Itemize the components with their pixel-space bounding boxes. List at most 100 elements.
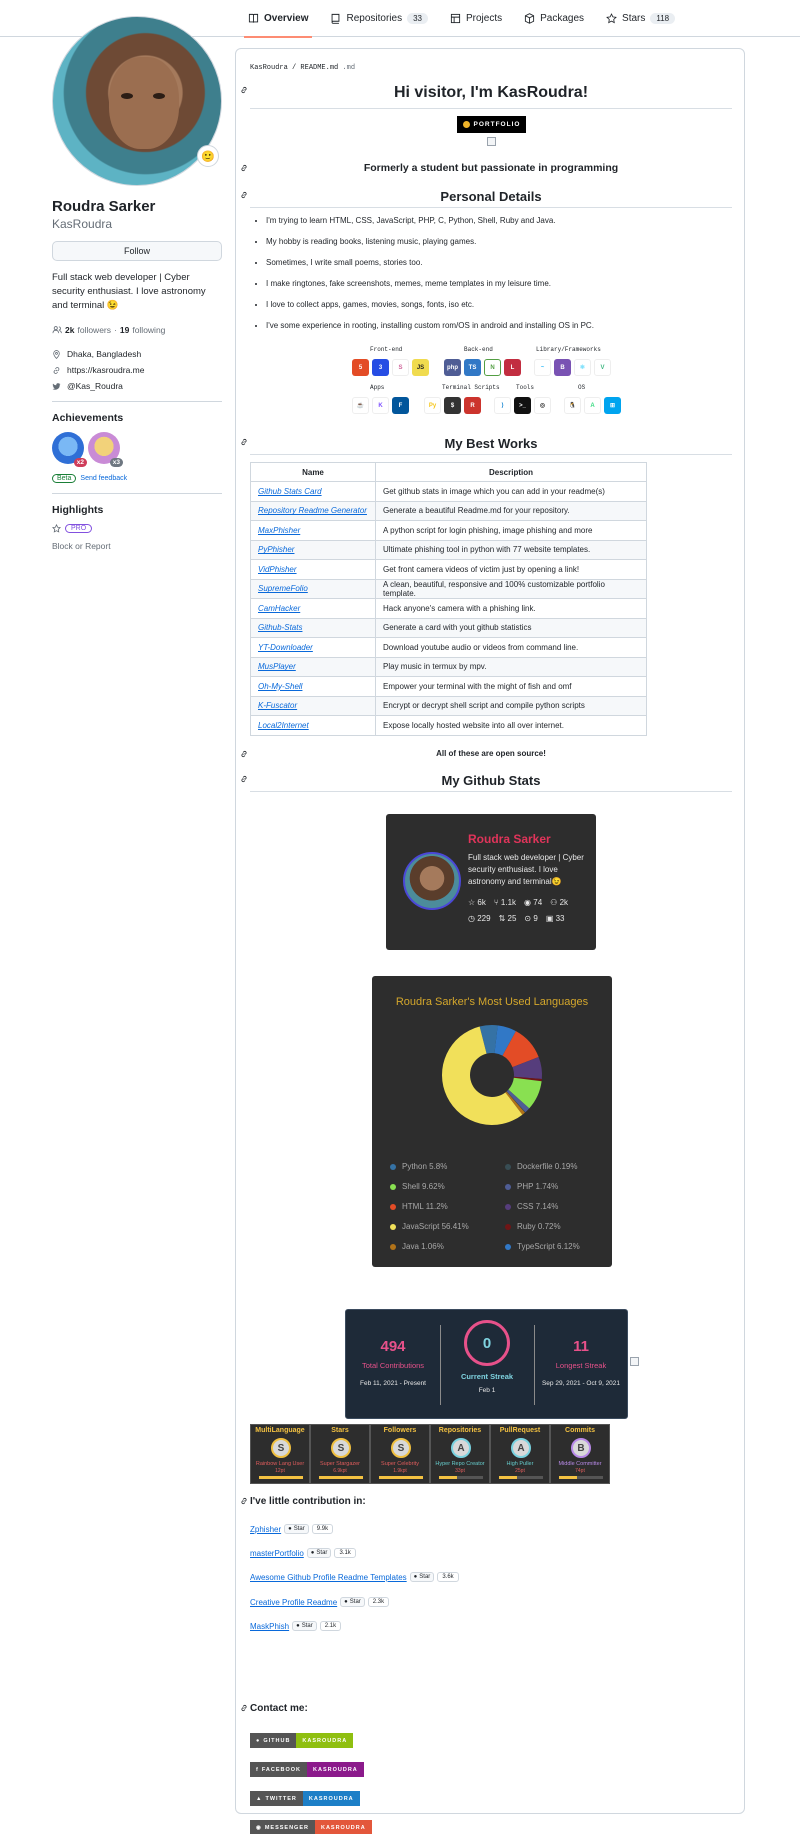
project-link[interactable]: CamHacker — [258, 604, 300, 613]
longest-streak-col: 11 Longest Streak Sep 29, 2021 - Oct 9, … — [534, 1310, 628, 1420]
streak-card[interactable]: 494 Total Contributions Feb 11, 2021 - P… — [345, 1309, 628, 1419]
following-label[interactable]: following — [132, 325, 165, 335]
tab-projects[interactable]: Projects — [446, 0, 506, 37]
link-icon[interactable] — [240, 164, 248, 172]
project-link[interactable]: Repository Readme Generator — [258, 506, 367, 515]
messenger-icon: ◉ — [256, 1824, 262, 1831]
trophy[interactable]: Followers S Super Celebrity 1.9kpt — [370, 1424, 430, 1484]
star-button[interactable]: ● Star — [340, 1597, 365, 1607]
portfolio-badge[interactable]: PORTFOLIO — [457, 116, 526, 133]
link-icon[interactable] — [240, 191, 248, 199]
github-icon: ● — [288, 1526, 292, 1532]
trophy-cup-icon: S — [271, 1438, 291, 1458]
contribution-link[interactable]: Awesome Github Profile Readme Templates — [250, 1573, 407, 1582]
project-link[interactable]: PyPhisher — [258, 545, 294, 554]
link-icon[interactable] — [240, 86, 248, 94]
github-star-button[interactable]: ● Star 2.3k — [340, 1597, 390, 1607]
star-button[interactable]: ● Star — [284, 1524, 309, 1534]
project-link[interactable]: VidPhisher — [258, 565, 297, 574]
readme-path-user[interactable]: KasRoudra — [250, 64, 288, 72]
project-link[interactable]: YT-Downloader — [258, 643, 313, 652]
table-row: PyPhisher Ultimate phishing tool in pytho… — [250, 539, 647, 560]
stat-value: 33 — [555, 914, 565, 923]
trophy[interactable]: Stars S Super Stargazer 6.9kpt — [310, 1424, 370, 1484]
tab-overview[interactable]: Overview — [244, 0, 313, 38]
contact-badge[interactable]: f FACEBOOK KASROUDRA — [250, 1762, 364, 1777]
pro-badge: PRO — [65, 524, 93, 533]
block-report-link[interactable]: Block or Report — [52, 541, 222, 551]
best-works-heading: My Best Works — [444, 436, 538, 451]
project-link[interactable]: Oh-My-Shell — [258, 682, 302, 691]
contribution-link[interactable]: masterPortfolio — [250, 1549, 304, 1558]
trophy-progress — [559, 1476, 603, 1479]
profile-website[interactable]: https://kasroudra.me — [52, 365, 222, 375]
table-row: MaxPhisher A python script for login phis… — [250, 520, 647, 541]
link-icon[interactable] — [240, 775, 248, 783]
profile-twitter[interactable]: @Kas_Roudra — [52, 381, 222, 391]
github-star-button[interactable]: ● Star 9.9k — [284, 1524, 334, 1534]
contribution-link[interactable]: Creative Profile Readme — [250, 1598, 337, 1607]
link-icon[interactable] — [240, 750, 248, 758]
project-link[interactable]: K-Fuscator — [258, 701, 297, 710]
project-link[interactable]: MaxPhisher — [258, 526, 300, 535]
project-link[interactable]: MusPlayer — [258, 662, 296, 671]
trophy-progress-fill — [319, 1476, 363, 1479]
link-icon[interactable] — [240, 438, 248, 446]
starstruck-badge[interactable]: x3 — [88, 432, 123, 467]
contact-badge[interactable]: ● GITHUB KASROUDRA — [250, 1733, 354, 1748]
contact-value: KASROUDRA — [314, 1820, 372, 1834]
trophy[interactable]: MultiLanguage S Rainbow Lang User 12pt — [250, 1424, 310, 1484]
contact-badge[interactable]: ▲ TWITTER KASROUDRA — [250, 1791, 360, 1806]
star-button[interactable]: ● Star — [292, 1621, 317, 1631]
apps-label: Apps — [370, 384, 385, 391]
github-star-button[interactable]: ● Star 3.1k — [306, 1548, 356, 1558]
contribution-link[interactable]: Zphisher — [250, 1525, 281, 1534]
status-emoji[interactable]: 🙂 — [197, 145, 219, 167]
github-icon: ● — [413, 1574, 418, 1580]
contribution-link[interactable]: MaskPhish — [250, 1622, 289, 1631]
twitter-handle[interactable]: @Kas_Roudra — [67, 381, 123, 391]
stat-value: 74 — [533, 898, 543, 907]
project-link[interactable]: Local2Internet — [258, 721, 309, 730]
github-star-button[interactable]: ● Star 2.1k — [292, 1621, 342, 1631]
project-link[interactable]: Github Stats Card — [258, 487, 322, 496]
following-count[interactable]: 19 — [120, 325, 129, 335]
profile-username: KasRoudra — [52, 217, 113, 231]
project-link[interactable]: Github-Stats — [258, 623, 302, 632]
contact-badge-label: ▲ TWITTER — [250, 1791, 303, 1806]
tab-stars[interactable]: Stars 118 — [602, 0, 679, 37]
trophy[interactable]: Repositories A Hyper Repo Creator 33pt — [430, 1424, 490, 1484]
star-button[interactable]: ● Star — [409, 1572, 435, 1582]
star-button[interactable]: ● Star — [306, 1548, 332, 1558]
contact-badge[interactable]: ◉ MESSENGER KASROUDRA — [250, 1820, 372, 1834]
pull-shark-badge[interactable]: x2 — [52, 432, 87, 467]
website-link[interactable]: https://kasroudra.me — [67, 365, 144, 375]
achievements-title[interactable]: Achievements — [52, 412, 222, 424]
star-label: Star — [293, 1526, 305, 1532]
followers-count[interactable]: 2k — [65, 325, 74, 335]
total-contributions-label: Total Contributions — [361, 1361, 425, 1370]
followers-stat: ⚇ 2k — [550, 898, 568, 907]
trophy[interactable]: Commits B Middle Committer 74pt — [550, 1424, 610, 1484]
contact-platform: FACEBOOK — [261, 1766, 302, 1773]
project-link[interactable]: SupremeFolio — [258, 584, 308, 593]
list-item: masterPortfolio ● Star 3.1k — [250, 1548, 356, 1558]
follow-button[interactable]: Follow — [52, 241, 222, 261]
trophy-points: 74pt — [575, 1468, 585, 1474]
avatar[interactable]: 🙂 — [52, 16, 222, 186]
tab-repositories[interactable]: Repositories 33 — [326, 0, 432, 37]
table-row: Github Stats Card Get github stats in ima… — [250, 481, 647, 502]
profile-stats-card[interactable]: Roudra Sarker Full stack web developer |… — [386, 814, 596, 950]
link-icon[interactable] — [240, 1497, 248, 1505]
followers-label[interactable]: followers — [77, 325, 111, 335]
tab-packages[interactable]: Packages — [520, 0, 588, 37]
link-icon[interactable] — [240, 1704, 248, 1712]
trophy[interactable]: PullRequest A High Puller 25pt — [490, 1424, 550, 1484]
star-label: Star — [301, 1623, 313, 1629]
github-star-button[interactable]: ● Star 3.6k — [409, 1572, 459, 1582]
send-feedback-link[interactable]: Send feedback — [80, 475, 127, 482]
watchers-stat: ◉ 74 — [524, 898, 542, 907]
heading-rule — [250, 207, 732, 208]
history-icon: ◷ — [468, 914, 475, 923]
languages-card[interactable]: Roudra Sarker's Most Used Languages Pyth… — [372, 976, 612, 1267]
